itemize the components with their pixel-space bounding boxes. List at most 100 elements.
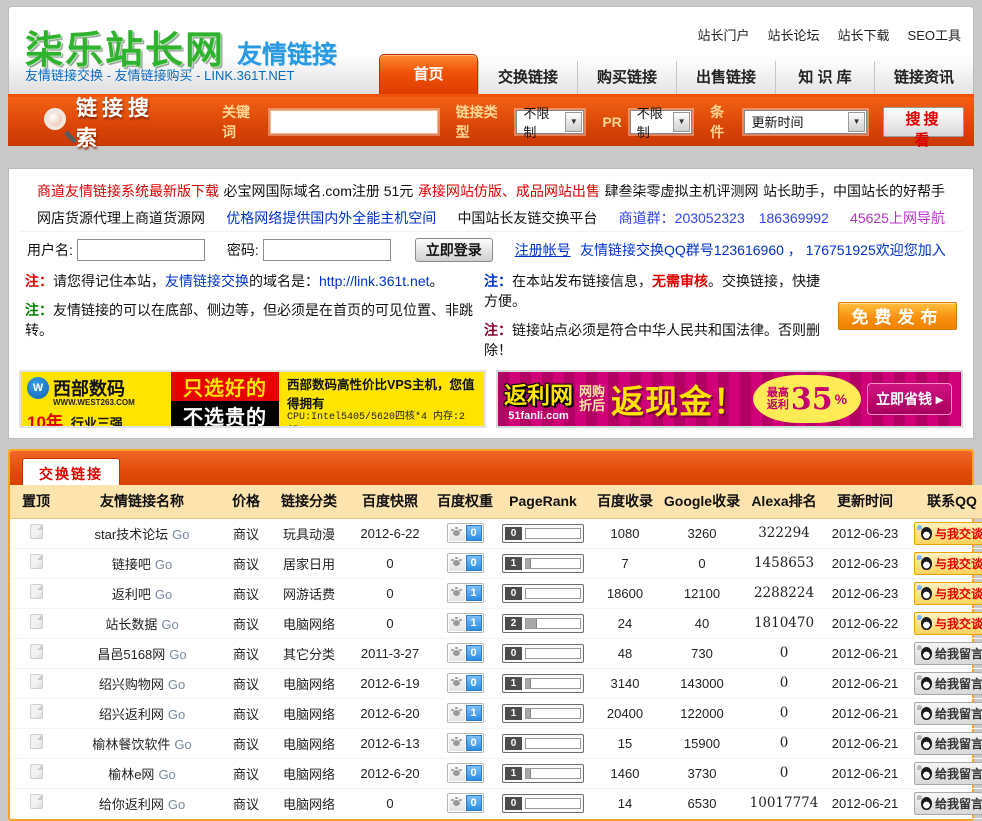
nav-tab-交换链接[interactable]: 交换链接: [478, 61, 577, 94]
cell: 电脑网络: [270, 788, 348, 818]
go-link[interactable]: Go: [168, 797, 185, 812]
nav-tab-首页[interactable]: 首页: [379, 54, 478, 94]
go-link[interactable]: Go: [172, 527, 189, 542]
qq-chat-button[interactable]: 与我交谈: [914, 522, 982, 545]
site-name-link[interactable]: 榆林餐饮软件: [92, 737, 170, 752]
top-link[interactable]: 站长论坛: [768, 28, 820, 43]
nav-tab-知 识 库[interactable]: 知 识 库: [775, 61, 874, 94]
promo-link[interactable]: 商道群：203052323 186369992: [619, 208, 829, 228]
site-name-link[interactable]: 绍兴购物网: [99, 677, 164, 692]
cell: 绍兴返利网 Go: [62, 698, 222, 728]
nav-tab-购买链接[interactable]: 购买链接: [577, 61, 676, 94]
cell: 1: [498, 758, 588, 788]
go-link[interactable]: Go: [155, 557, 172, 572]
keyword-label: 关键词: [222, 102, 262, 142]
cell: 0: [432, 668, 498, 698]
promo-link[interactable]: 优格网络提供国内外全能主机空间: [226, 208, 436, 228]
site-name-link[interactable]: 榆林e网: [108, 767, 154, 782]
chevron-down-icon[interactable]: ▼: [673, 112, 690, 132]
pagerank-fill: [526, 709, 531, 718]
cell: 网游话费: [270, 578, 348, 608]
go-link[interactable]: Go: [158, 767, 175, 782]
promo-link[interactable]: 中国站长友链交换平台: [457, 208, 597, 228]
pr-value: 不限制: [631, 103, 672, 141]
chevron-down-icon[interactable]: ▼: [565, 112, 582, 132]
password-label: 密码:: [227, 240, 259, 260]
top-link[interactable]: 站长门户: [697, 28, 749, 43]
west263-banner-ad[interactable]: W 西部数码 WWW.WEST263.COM 10年 行业三强 只选好的 不选贵…: [19, 370, 486, 428]
site-name-link[interactable]: 站长数据: [105, 617, 157, 632]
pagerank-widget: 1: [502, 704, 584, 723]
go-link[interactable]: Go: [155, 587, 172, 602]
promo-link[interactable]: 承接网站仿版、成品网站出售: [418, 181, 600, 201]
cell: 0: [432, 728, 498, 758]
baidu-weight-value: 0: [466, 735, 482, 751]
login-button[interactable]: 立即登录: [415, 238, 493, 262]
promo-link[interactable]: 肆叁柒零虚拟主机评测网: [604, 181, 758, 201]
top-link[interactable]: 站长下载: [838, 28, 890, 43]
pagerank-widget: 2: [502, 614, 584, 633]
site-name-link[interactable]: 返利吧: [112, 587, 151, 602]
qq-message-button[interactable]: 给我留言: [914, 792, 982, 815]
cell: 0: [432, 788, 498, 818]
chevron-down-icon[interactable]: ▼: [848, 112, 865, 132]
cell: 榆林e网 Go: [62, 758, 222, 788]
qq-message-button[interactable]: 给我留言: [914, 672, 982, 695]
cell: 榆林餐饮软件 Go: [62, 728, 222, 758]
top-link[interactable]: SEO工具: [908, 28, 961, 43]
nav-tab-链接资讯[interactable]: 链接资讯: [874, 61, 973, 94]
register-link[interactable]: 注册帐号: [515, 240, 571, 260]
qq-message-button[interactable]: 给我留言: [914, 642, 982, 665]
cell: 0: [498, 578, 588, 608]
tab-exchange-links[interactable]: 交换链接: [22, 458, 120, 485]
qq-group-text[interactable]: 友情链接交换QQ群号123616960 ， 176751925欢迎您加入: [571, 240, 955, 260]
go-link[interactable]: Go: [168, 707, 185, 722]
search-button[interactable]: 搜搜看: [883, 107, 964, 137]
fanli-logo-block: 返利网 51fanli.com: [504, 376, 573, 422]
cell: 2012-6-20: [348, 698, 432, 728]
site-name-link[interactable]: 绍兴返利网: [99, 707, 164, 722]
promo-link[interactable]: 站长助手，中国站长的好帮手: [763, 181, 945, 201]
link-type-select[interactable]: 不限制 ▼: [516, 110, 584, 134]
cell: [10, 668, 62, 698]
qq-chat-button[interactable]: 与我交谈: [914, 552, 982, 575]
condition-select[interactable]: 更新时间 ▼: [744, 110, 867, 134]
pagerank-widget: 0: [502, 644, 584, 663]
promo-link[interactable]: 商道友情链接系统最新版下载: [37, 181, 219, 201]
fanli-banner-ad[interactable]: 返利网 51fanli.com 网购 折后 返现金！ 最高返利 35 % 立即省…: [496, 370, 963, 428]
username-field[interactable]: [77, 239, 205, 261]
note-text: 无需审核: [652, 273, 708, 289]
free-publish-button[interactable]: 免费发布: [838, 302, 957, 330]
go-link[interactable]: Go: [174, 737, 191, 752]
column-header: 百度快照: [348, 485, 432, 518]
password-field[interactable]: [263, 239, 391, 261]
pr-select[interactable]: 不限制 ▼: [630, 110, 692, 134]
site-name-link[interactable]: 给你返利网: [99, 797, 164, 812]
note-text[interactable]: http://link.361t.net: [319, 273, 430, 289]
pagerank-value: 1: [505, 767, 522, 780]
promo-link[interactable]: 必宝网国际域名.com注册 51元: [224, 181, 414, 201]
cell: 2012-06-23: [826, 578, 904, 608]
qq-message-button[interactable]: 给我留言: [914, 702, 982, 725]
qq-chat-button[interactable]: 与我交谈: [914, 582, 982, 605]
nav-tab-出售链接[interactable]: 出售链接: [676, 61, 775, 94]
promo-link[interactable]: 网店货源代理上商道货源网: [37, 208, 205, 228]
site-name-link[interactable]: 链接吧: [112, 557, 151, 572]
note-text[interactable]: 友情链接交换: [165, 273, 249, 289]
cell: [10, 728, 62, 758]
fanli-url: 51fanli.com: [504, 410, 573, 422]
go-link[interactable]: Go: [168, 677, 185, 692]
cell: 2012-6-13: [348, 728, 432, 758]
table-header-row: 置顶友情链接名称价格链接分类百度快照百度权重PageRank百度收录Google…: [10, 485, 982, 518]
site-name-link[interactable]: 昌邑5168网: [97, 647, 165, 662]
site-name-link[interactable]: star技术论坛: [94, 527, 168, 542]
fanli-save-button[interactable]: 立即省钱 ▸: [867, 383, 952, 415]
cell: 143000: [662, 668, 742, 698]
qq-chat-button[interactable]: 与我交谈: [914, 612, 982, 635]
go-link[interactable]: Go: [161, 617, 178, 632]
qq-message-button[interactable]: 给我留言: [914, 762, 982, 785]
qq-message-button[interactable]: 给我留言: [914, 732, 982, 755]
go-link[interactable]: Go: [169, 647, 186, 662]
keyword-input[interactable]: [270, 110, 438, 134]
promo-link[interactable]: 45625上网导航: [850, 208, 945, 228]
